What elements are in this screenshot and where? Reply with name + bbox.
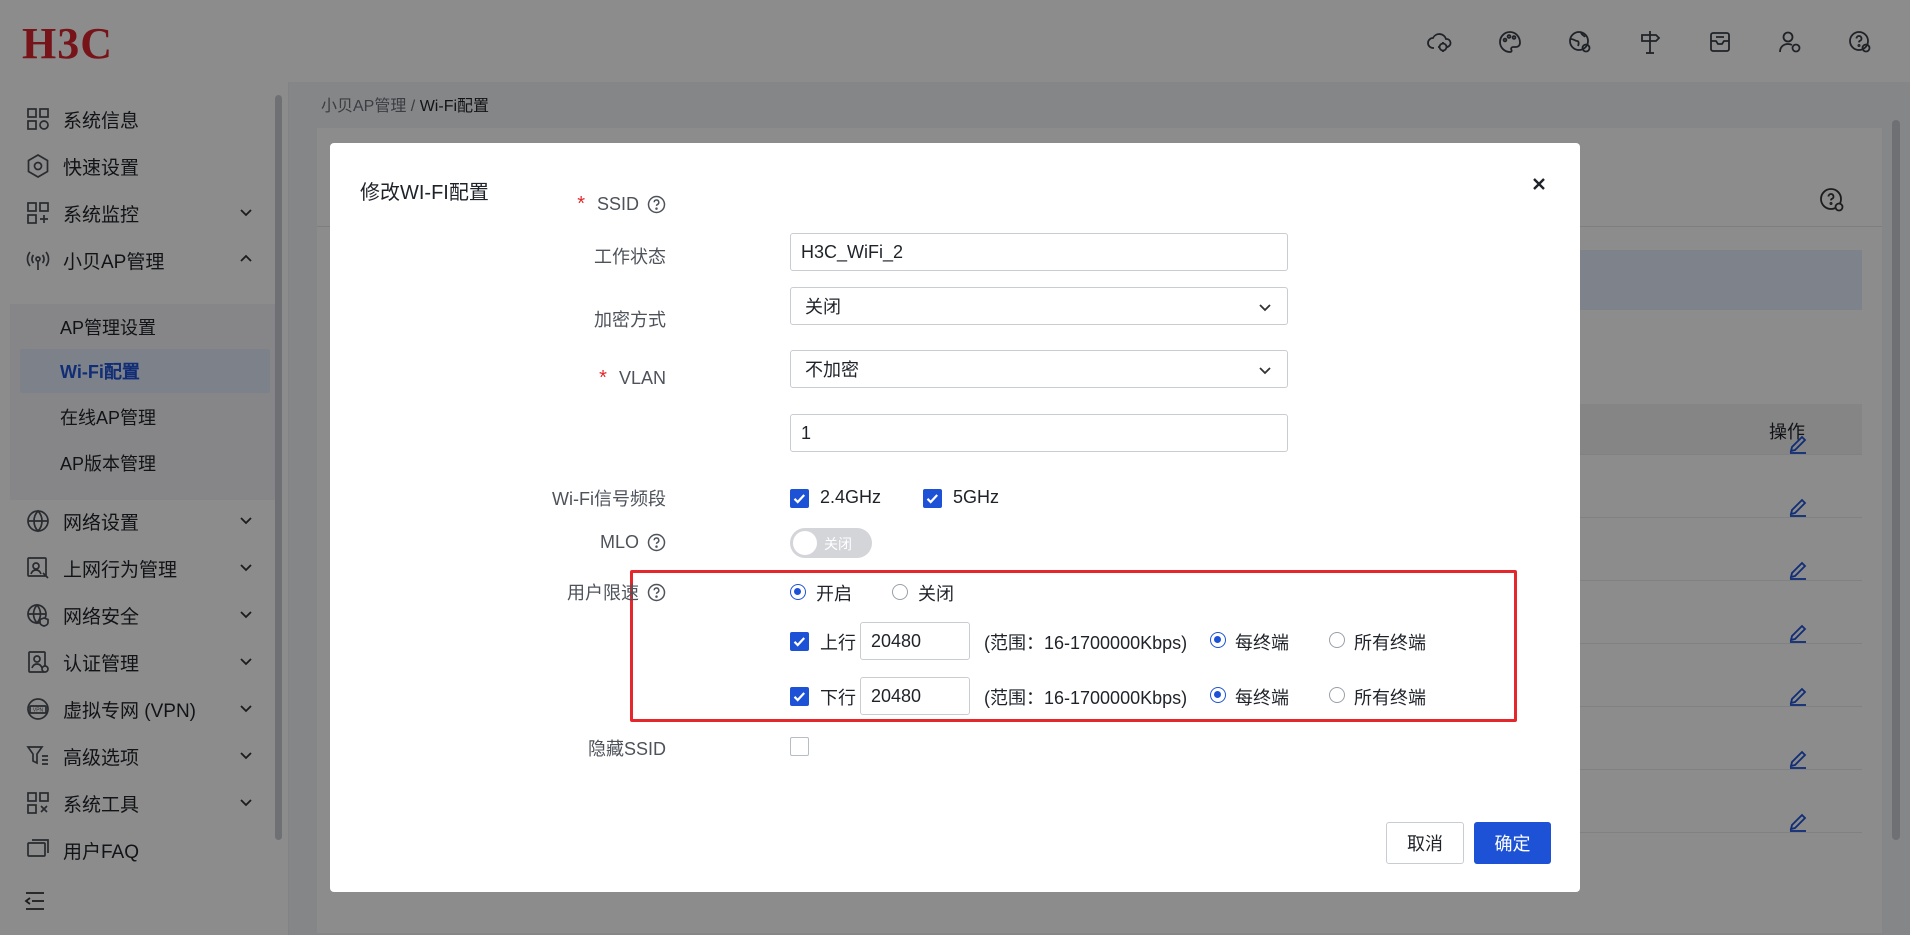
ssid-label: * SSID bbox=[577, 193, 666, 216]
vlan-label: * VLAN bbox=[599, 367, 666, 390]
vlan-label-text: VLAN bbox=[618, 368, 666, 388]
upstream-rate-input[interactable] bbox=[860, 622, 970, 660]
downstream-per-terminal-label: 每终端 bbox=[1235, 688, 1289, 708]
downstream-all-terminal-radio[interactable] bbox=[1329, 687, 1345, 703]
toggle-knob bbox=[793, 531, 817, 555]
downstream-rate-input[interactable] bbox=[860, 677, 970, 715]
band-label-text: Wi-Fi信号频段 bbox=[552, 489, 666, 509]
work-state-label-text: 工作状态 bbox=[594, 247, 666, 267]
encryption-value: 不加密 bbox=[805, 360, 859, 380]
chevron-down-icon bbox=[1257, 299, 1273, 315]
rate-limit-off-radio[interactable] bbox=[892, 584, 908, 600]
upstream-all-terminal-radio[interactable] bbox=[1329, 632, 1345, 648]
help-icon[interactable] bbox=[647, 533, 666, 552]
vlan-input[interactable] bbox=[790, 414, 1288, 452]
upstream-range-hint: (范围：16-1700000Kbps) bbox=[984, 633, 1188, 653]
encryption-label-text: 加密方式 bbox=[594, 310, 666, 330]
help-icon[interactable] bbox=[647, 195, 666, 214]
downstream-label: 下行 bbox=[820, 688, 856, 708]
band-5ghz-label: 5GHz bbox=[953, 487, 1000, 507]
mlo-label: MLO bbox=[600, 532, 666, 553]
required-mark: * bbox=[577, 193, 585, 215]
band-24ghz-label: 2.4GHz bbox=[820, 487, 882, 507]
ssid-input[interactable] bbox=[790, 233, 1288, 271]
cancel-button[interactable]: 取消 bbox=[1386, 822, 1464, 864]
upstream-label: 上行 bbox=[820, 633, 856, 653]
close-icon[interactable] bbox=[1528, 173, 1550, 195]
upstream-per-terminal-radio[interactable] bbox=[1210, 632, 1226, 648]
confirm-button[interactable]: 确定 bbox=[1474, 822, 1551, 864]
help-icon[interactable] bbox=[647, 583, 666, 602]
chevron-down-icon bbox=[1257, 362, 1273, 378]
upstream-all-terminal-label: 所有终端 bbox=[1354, 633, 1426, 653]
rate-limit-off-label: 关闭 bbox=[918, 584, 954, 604]
band-label: Wi-Fi信号频段 bbox=[552, 485, 666, 511]
downstream-checkbox[interactable] bbox=[790, 687, 809, 706]
rate-limit-on-radio[interactable] bbox=[790, 584, 806, 600]
rate-limit-on-label: 开启 bbox=[816, 584, 852, 604]
mlo-label-text: MLO bbox=[599, 532, 639, 552]
upstream-per-terminal-label: 每终端 bbox=[1235, 633, 1289, 653]
edit-wifi-dialog: 修改WI-FI配置 * SSID 工作状态 关闭 加密方式 不加密 * VLAN… bbox=[330, 143, 1580, 892]
downstream-range-hint: (范围：16-1700000Kbps) bbox=[984, 688, 1188, 708]
downstream-all-terminal-label: 所有终端 bbox=[1354, 688, 1426, 708]
rate-limit-label-text: 用户限速 bbox=[567, 583, 639, 603]
band-24ghz-checkbox[interactable] bbox=[790, 489, 809, 508]
band-5ghz-checkbox[interactable] bbox=[923, 489, 942, 508]
mlo-toggle-text: 关闭 bbox=[824, 536, 852, 552]
work-state-select[interactable]: 关闭 bbox=[790, 287, 1288, 325]
hide-ssid-label-text: 隐藏SSID bbox=[587, 739, 666, 759]
required-mark: * bbox=[599, 367, 607, 389]
hide-ssid-label: 隐藏SSID bbox=[588, 735, 666, 761]
upstream-checkbox[interactable] bbox=[790, 632, 809, 651]
encryption-label: 加密方式 bbox=[594, 306, 666, 332]
work-state-label: 工作状态 bbox=[594, 243, 666, 269]
mlo-toggle[interactable]: 关闭 bbox=[790, 528, 872, 558]
encryption-select[interactable]: 不加密 bbox=[790, 350, 1288, 388]
dialog-title: 修改WI-FI配置 bbox=[360, 182, 489, 204]
ssid-label-text: SSID bbox=[596, 194, 639, 214]
rate-limit-label: 用户限速 bbox=[567, 579, 666, 605]
hide-ssid-checkbox[interactable] bbox=[790, 737, 809, 756]
downstream-per-terminal-radio[interactable] bbox=[1210, 687, 1226, 703]
work-state-value: 关闭 bbox=[805, 297, 841, 317]
